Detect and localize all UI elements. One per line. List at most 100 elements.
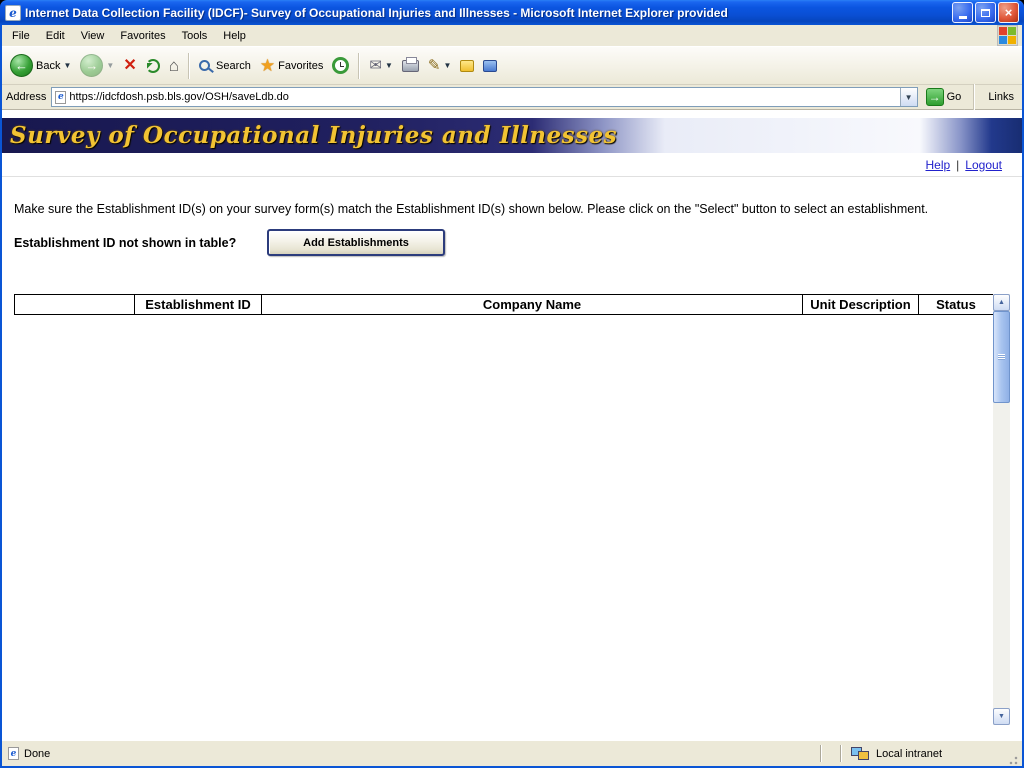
header-company-name: Company Name xyxy=(262,295,803,315)
address-label: Address xyxy=(6,91,46,103)
help-link[interactable]: Help xyxy=(925,158,950,172)
back-dropdown-icon[interactable]: ▼ xyxy=(63,61,71,70)
statusbar-divider xyxy=(820,745,822,762)
forward-dropdown-icon: ▼ xyxy=(106,61,114,70)
minimize-button[interactable] xyxy=(952,2,973,23)
nav-divider: | xyxy=(956,158,959,172)
search-label: Search xyxy=(216,60,251,72)
go-button[interactable]: → Go xyxy=(923,88,965,106)
messenger-icon xyxy=(483,60,497,72)
local-intranet-icon xyxy=(851,747,871,761)
site-banner: Survey of Occupational Injuries and Illn… xyxy=(2,118,1022,153)
mail-icon: ✉ xyxy=(369,58,382,73)
home-button[interactable]: ⌂ xyxy=(165,55,183,76)
mail-dropdown-icon[interactable]: ▼ xyxy=(385,61,393,70)
header-unit-description: Unit Description xyxy=(803,295,919,315)
standard-toolbar: ← Back ▼ → ▼ ✕ ⌂ Search ★ Favorites xyxy=(2,47,1022,85)
site-title: Survey of Occupational Injuries and Illn… xyxy=(2,122,617,149)
address-url[interactable]: https://idcfdosh.psb.bls.gov/OSH/saveLdb… xyxy=(69,91,896,103)
header-status: Status xyxy=(919,295,994,315)
home-icon: ⌂ xyxy=(169,57,179,74)
back-button[interactable]: ← Back ▼ xyxy=(6,52,75,79)
statusbar-divider xyxy=(840,745,842,762)
forward-icon: → xyxy=(80,54,103,77)
title-bar: e Internet Data Collection Facility (IDC… xyxy=(0,0,1024,25)
edit-button[interactable]: ✎ ▼ xyxy=(424,56,456,75)
address-bar: Address e https://idcfdosh.psb.bls.gov/O… xyxy=(2,85,1022,110)
establishment-table-container: Establishment ID Company Name Unit Descr… xyxy=(14,294,1010,725)
minimize-icon xyxy=(959,16,967,19)
menu-edit[interactable]: Edit xyxy=(38,27,73,45)
table-header-row: Establishment ID Company Name Unit Descr… xyxy=(15,295,994,315)
back-label: Back xyxy=(36,60,60,72)
favorites-label: Favorites xyxy=(278,60,323,72)
refresh-button[interactable] xyxy=(142,57,164,75)
scrollbar-down-button[interactable]: ▼ xyxy=(993,708,1010,725)
page-content: Survey of Occupational Injuries and Illn… xyxy=(2,110,1022,740)
discuss-button[interactable] xyxy=(456,58,478,74)
print-icon xyxy=(402,60,419,72)
utility-nav: Help | Logout xyxy=(2,153,1022,177)
resize-grip xyxy=(1005,752,1019,766)
mail-button[interactable]: ✉ ▼ xyxy=(365,56,397,75)
go-arrow-icon: → xyxy=(926,88,944,106)
header-establishment-id: Establishment ID xyxy=(135,295,262,315)
windows-logo-icon xyxy=(997,25,1018,46)
browser-window: e Internet Data Collection Facility (IDC… xyxy=(0,0,1024,768)
status-done-text: Done xyxy=(24,748,50,760)
address-input[interactable]: e https://idcfdosh.psb.bls.gov/OSH/saveL… xyxy=(51,87,917,107)
favorites-star-icon: ★ xyxy=(260,57,275,74)
menu-tools[interactable]: Tools xyxy=(174,27,216,45)
search-button[interactable]: Search xyxy=(195,58,255,74)
go-label: Go xyxy=(947,91,962,103)
history-button[interactable] xyxy=(328,55,353,76)
maximize-button[interactable] xyxy=(975,2,996,23)
back-icon: ← xyxy=(10,54,33,77)
print-button[interactable] xyxy=(398,58,423,74)
menu-bar: File Edit View Favorites Tools Help xyxy=(2,25,1022,47)
security-zone-pane: Local intranet xyxy=(845,747,1005,761)
links-toolbar[interactable]: Links xyxy=(984,91,1018,103)
question-label: Establishment ID not shown in table? xyxy=(14,236,267,250)
table-scrollbar[interactable]: ▲ ▼ xyxy=(993,294,1010,725)
stop-icon: ✕ xyxy=(123,58,136,74)
logout-link[interactable]: Logout xyxy=(965,158,1002,172)
close-button[interactable]: × xyxy=(998,2,1019,23)
instructions-text: Make sure the Establishment ID(s) on you… xyxy=(14,201,970,217)
stop-button[interactable]: ✕ xyxy=(119,56,140,76)
addressbar-separator xyxy=(973,84,975,110)
main-content: Make sure the Establishment ID(s) on you… xyxy=(2,177,1022,725)
edit-dropdown-icon[interactable]: ▼ xyxy=(443,61,451,70)
scrollbar-up-button[interactable]: ▲ xyxy=(993,294,1010,311)
maximize-icon xyxy=(981,9,990,17)
status-bar: e Done Local intranet xyxy=(2,740,1022,766)
window-title: Internet Data Collection Facility (IDCF)… xyxy=(25,6,948,20)
edit-pencil-icon: ✎ xyxy=(428,58,441,73)
header-select xyxy=(15,295,135,315)
menu-favorites[interactable]: Favorites xyxy=(112,27,173,45)
search-icon xyxy=(199,60,210,71)
status-page-icon: e xyxy=(8,747,19,760)
status-left-pane: e Done xyxy=(5,747,817,760)
scrollbar-thumb[interactable] xyxy=(993,311,1010,403)
window-frame: File Edit View Favorites Tools Help ← Ba… xyxy=(0,25,1024,768)
messenger-button[interactable] xyxy=(479,58,501,74)
forward-button[interactable]: → ▼ xyxy=(76,52,118,79)
menu-file[interactable]: File xyxy=(4,27,38,45)
discuss-icon xyxy=(460,60,474,72)
ie-app-icon: e xyxy=(5,5,21,21)
history-clock-icon xyxy=(332,57,349,74)
menu-view[interactable]: View xyxy=(73,27,113,45)
add-establishment-row: Establishment ID not shown in table? Add… xyxy=(14,229,1010,256)
menu-help[interactable]: Help xyxy=(215,27,254,45)
add-establishments-button[interactable]: Add Establishments xyxy=(267,229,445,256)
page-icon: e xyxy=(55,91,66,104)
establishment-table: Establishment ID Company Name Unit Descr… xyxy=(14,294,994,315)
toolbar-separator xyxy=(188,53,190,79)
favorites-button[interactable]: ★ Favorites xyxy=(256,55,328,76)
address-dropdown-button[interactable]: ▼ xyxy=(900,88,917,106)
links-label: Links xyxy=(988,91,1014,103)
refresh-icon xyxy=(146,59,160,73)
toolbar-separator xyxy=(358,53,360,79)
zone-text: Local intranet xyxy=(876,748,942,760)
